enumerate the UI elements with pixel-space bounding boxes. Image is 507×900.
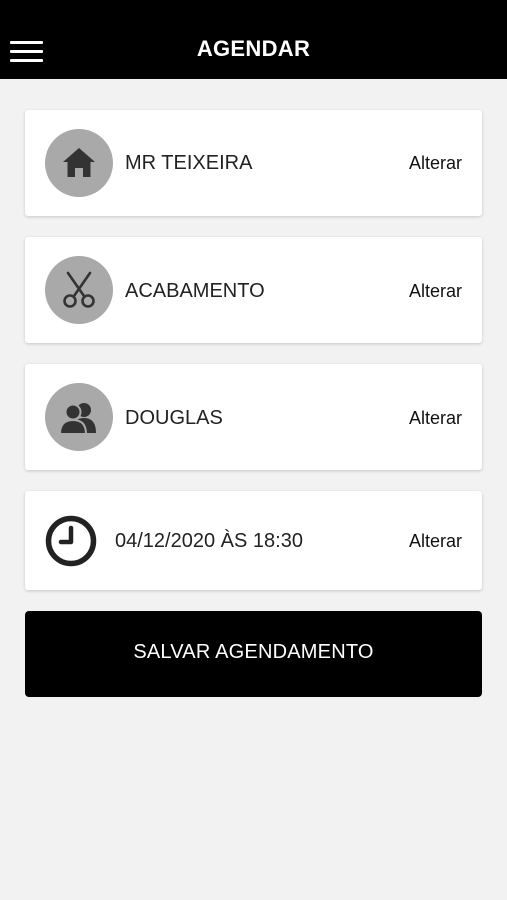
appointment-datetime: 04/12/2020 ÀS 18:30 <box>115 530 303 552</box>
change-service-button[interactable]: Alterar <box>409 281 462 302</box>
save-appointment-button[interactable]: SALVAR AGENDAMENTO <box>25 611 482 697</box>
scissors-icon-circle <box>45 256 113 324</box>
home-icon <box>63 148 95 177</box>
users-icon-circle <box>45 383 113 451</box>
change-datetime-button[interactable]: Alterar <box>409 531 462 552</box>
professional-name: DOUGLAS <box>125 407 223 429</box>
users-icon <box>58 403 96 435</box>
service-card[interactable]: ACABAMENTO Alterar <box>25 237 482 343</box>
scissors-icon <box>63 271 95 308</box>
barbershop-name: MR TEIXEIRA <box>125 152 253 174</box>
datetime-card[interactable]: 04/12/2020 ÀS 18:30 Alterar <box>25 491 482 590</box>
barbershop-card[interactable]: MR TEIXEIRA Alterar <box>25 110 482 216</box>
change-professional-button[interactable]: Alterar <box>409 408 462 429</box>
page-title: AGENDAR <box>196 36 311 61</box>
professional-card[interactable]: DOUGLAS Alterar <box>25 364 482 470</box>
top-app-bar: AGENDAR <box>0 0 507 79</box>
change-barbershop-button[interactable]: Alterar <box>409 153 462 174</box>
home-icon-circle <box>45 129 113 197</box>
service-name: ACABAMENTO <box>125 280 265 302</box>
clock-icon <box>45 515 97 567</box>
